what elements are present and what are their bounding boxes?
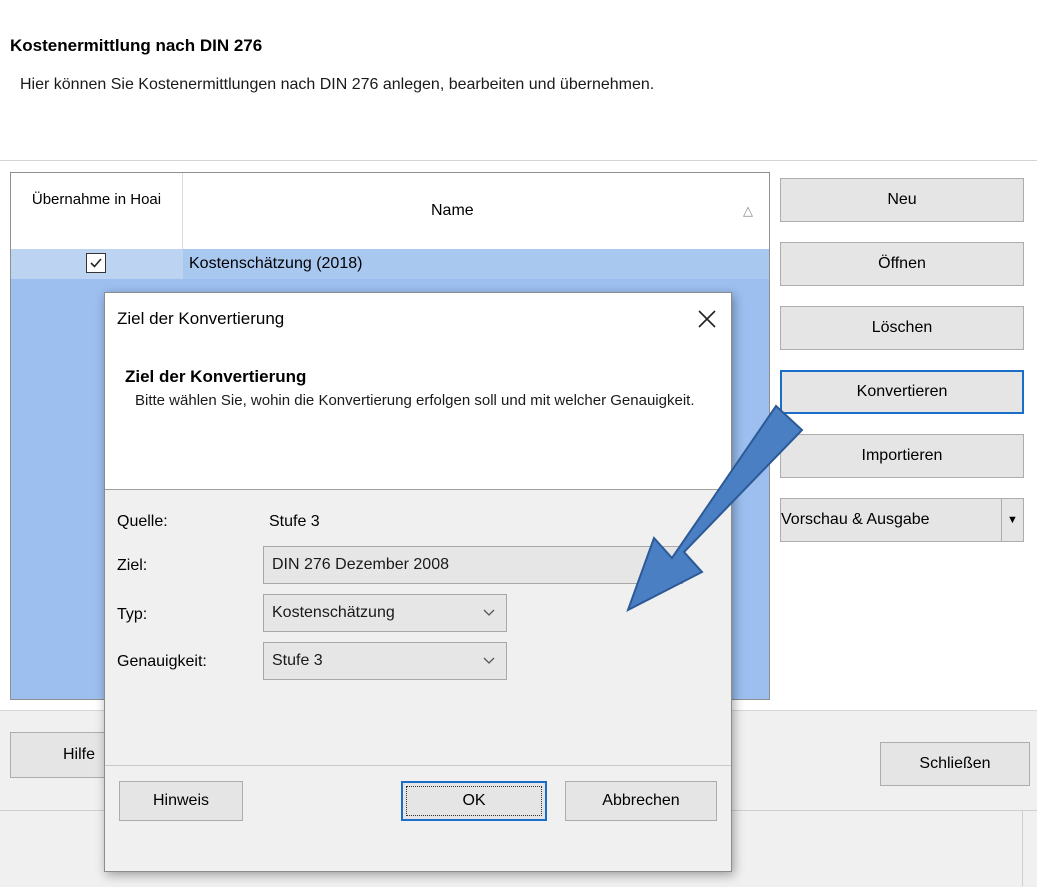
oeffnen-button[interactable]: Öffnen [780,242,1024,286]
typ-label: Typ: [117,606,148,623]
loeschen-button[interactable]: Löschen [780,306,1024,350]
column-header-name[interactable]: Name △ [183,173,769,249]
list-header: Übernahme in Hoai Name △ [11,173,769,250]
checkmark-icon [90,258,102,268]
header-separator [0,160,1037,161]
column-header-name-label: Name [431,202,474,219]
chevron-down-icon [482,595,496,645]
typ-value: Kostenschätzung [272,604,395,621]
row-name-cell[interactable]: Kostenschätzung (2018) [183,249,769,279]
neu-button[interactable]: Neu [780,178,1024,222]
genauigkeit-value: Stufe 3 [272,652,323,669]
schliessen-button[interactable]: Schließen [880,742,1030,786]
sort-ascending-icon: △ [743,203,753,218]
page-title: Kostenermittlung nach DIN 276 [10,36,263,55]
annotation-arrow-icon [626,404,804,613]
typ-select[interactable]: Kostenschätzung [263,594,507,632]
ziel-label: Ziel: [117,557,148,574]
chevron-down-icon [482,643,496,693]
abbrechen-button[interactable]: Abbrechen [565,781,717,821]
quelle-label: Quelle: [117,513,168,530]
hinweis-button[interactable]: Hinweis [119,781,243,821]
ziel-value: DIN 276 Dezember 2008 [272,556,449,573]
dialog-heading: Ziel der Konvertierung [125,367,307,386]
quelle-value: Stufe 3 [269,513,320,530]
column-header-uebernahme[interactable]: Übernahme in Hoai [11,173,183,249]
dropdown-arrow-icon[interactable]: ▼ [1001,499,1023,541]
genauigkeit-select[interactable]: Stufe 3 [263,642,507,680]
table-row[interactable]: Kostenschätzung (2018) [11,249,769,279]
genauigkeit-label: Genauigkeit: [117,653,207,670]
close-icon[interactable] [695,307,719,331]
focus-rectangle [406,786,542,816]
uebernahme-checkbox[interactable] [86,253,106,273]
status-area-edge [1022,810,1023,886]
page-description: Hier können Sie Kostenermittlungen nach … [20,76,655,93]
dialog-titlebar[interactable]: Ziel der Konvertierung [105,293,731,347]
dialog-separator [105,765,731,766]
dialog-window-title: Ziel der Konvertierung [117,309,285,328]
ok-button[interactable]: OK [401,781,547,821]
